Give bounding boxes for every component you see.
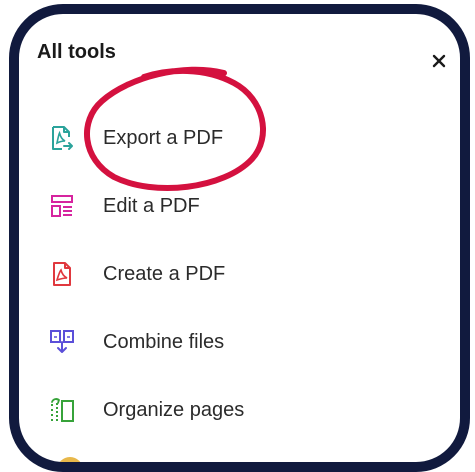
tool-label-combine-files: Combine files bbox=[103, 331, 225, 353]
tool-item-combine-files[interactable]: Combine files bbox=[49, 322, 429, 362]
combine-files-icon bbox=[49, 329, 75, 355]
tools-panel-frame: All tools Export a PDF Edit a PDF Create… bbox=[9, 4, 470, 472]
tool-item-edit-pdf[interactable]: Edit a PDF bbox=[49, 186, 429, 226]
organize-pages-icon bbox=[49, 397, 75, 423]
export-pdf-icon bbox=[49, 125, 75, 151]
tool-label-create-pdf: Create a PDF bbox=[103, 263, 226, 285]
tool-label-edit-pdf: Edit a PDF bbox=[103, 195, 200, 217]
tool-item-export-pdf[interactable]: Export a PDF bbox=[49, 118, 429, 158]
create-pdf-icon bbox=[49, 261, 75, 287]
tool-item-create-pdf[interactable]: Create a PDF bbox=[49, 254, 429, 294]
tool-label-export-pdf: Export a PDF bbox=[103, 127, 224, 149]
edit-pdf-icon bbox=[49, 193, 75, 219]
tool-item-organize-pages[interactable]: Organize pages bbox=[49, 390, 429, 430]
tool-list: Export a PDF Edit a PDF Create a PDF Com… bbox=[19, 14, 460, 462]
tool-label-organize-pages: Organize pages bbox=[103, 399, 245, 421]
